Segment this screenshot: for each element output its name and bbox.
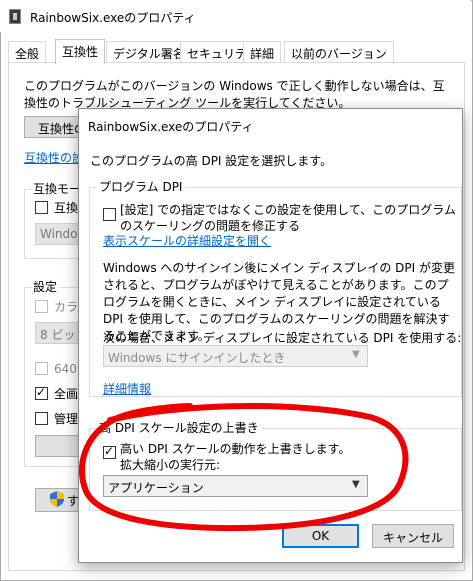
red-annotation-circle [78, 403, 409, 532]
run-as-admin-checkbox[interactable] [35, 412, 48, 425]
chevron-down-icon: ▼ [352, 349, 360, 360]
program-dpi-checkbox-label: [設定] での指定ではなくこの設定を使用して、このプログラムのスケーリングの問題… [120, 203, 456, 233]
compat-mode-checkbox[interactable] [35, 201, 48, 214]
run-troubleshooter-button[interactable]: 互換性のトラブルシューティング ツールの実行 [24, 116, 84, 138]
tab-details[interactable]: 詳細 [243, 41, 282, 62]
app-exe-icon [9, 9, 21, 24]
dpi-when-label: 次の場合、メイン ディスプレイに設定されている DPI を使用する: [103, 331, 462, 345]
dialog-title: RainbowSix.exeのプロパティ [88, 120, 254, 134]
compat-mode-group-label: 互換モード [31, 180, 81, 197]
uac-shield-icon [50, 491, 64, 507]
tab-digital-signatures[interactable]: デジタル署名 [106, 41, 192, 62]
dpi-when-select[interactable]: Windows にサインインしたとき [103, 345, 368, 367]
resolution-640-checkbox[interactable] [35, 362, 48, 375]
compat-mode-checkbox-label: 互換モードでこのプログラムを実行する: [54, 201, 80, 215]
fullscreen-optimization-checkbox[interactable] [35, 385, 48, 400]
color-mode-select[interactable]: 8 ビット (256) カラー [35, 322, 83, 344]
advanced-scaling-link[interactable]: 表示スケールの詳細設定を開く [103, 232, 271, 249]
reduced-color-checkbox[interactable] [35, 300, 48, 313]
settings-group-label: 設定 [31, 278, 60, 295]
tab-compatibility[interactable]: 互換性 [55, 39, 106, 64]
program-dpi-checkbox[interactable] [103, 208, 116, 221]
compat-description: このプログラムがこのバージョンの Windows で正しく動作しない場合は、互換… [24, 79, 445, 110]
dialog-heading: このプログラムの高 DPI 設定を選択します。 [90, 154, 333, 168]
tab-general[interactable]: 全般 [8, 41, 47, 62]
program-dpi-group-label: プログラム DPI [96, 178, 186, 195]
tab-previous-versions[interactable]: 以前のバージョン [284, 41, 394, 62]
back-window-title: RainbowSix.exeのプロパティ [30, 11, 196, 25]
manual-settings-link[interactable]: 互換性の設定を手動で選択する方法 [24, 149, 82, 166]
compat-mode-select[interactable]: Windows 8 [35, 223, 83, 245]
